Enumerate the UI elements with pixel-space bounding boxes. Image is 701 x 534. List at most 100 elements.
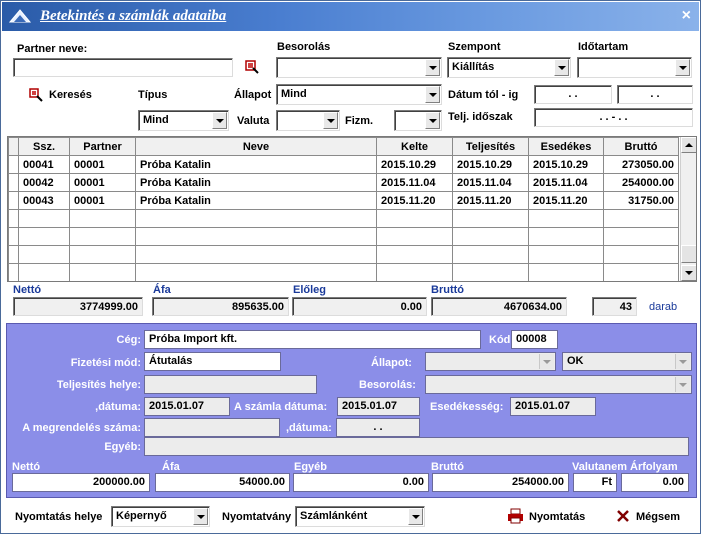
detail-egyeb-value: 0.00 — [293, 473, 429, 492]
szempont-select[interactable]: Kiállítás — [447, 57, 571, 78]
besorolas-detail-select — [425, 375, 692, 394]
cell-partner: 00001 — [69, 155, 136, 174]
col-esedekes[interactable]: Esedékes — [528, 137, 604, 156]
kereses-label: Keresés — [49, 89, 92, 101]
table-header-row: Ssz. Partner Neve Kelte Teljesítés Esedé… — [8, 137, 679, 156]
nyomtatvany-select[interactable]: Számlánként — [295, 506, 425, 527]
chevron-down-icon[interactable] — [212, 112, 227, 129]
szempont-label: Szempont — [448, 41, 501, 53]
idotartam-select[interactable] — [577, 57, 692, 78]
besorolas-detail-label: Besorolás: — [359, 379, 416, 391]
detail-netto-label: Nettó — [12, 461, 41, 473]
ceg-label: Cég: — [116, 334, 141, 346]
table-row[interactable]: 00042 00001 Próba Katalin 2015.11.04 201… — [8, 173, 679, 192]
col-partner[interactable]: Partner — [69, 137, 136, 156]
partner-label: Partner neve: — [17, 43, 88, 55]
col-teljesites[interactable]: Teljesítés — [452, 137, 529, 156]
col-brutto[interactable]: Bruttó — [603, 137, 679, 156]
record-count: 43 — [592, 297, 637, 316]
total-netto-label: Nettó — [13, 284, 42, 296]
total-brutto-value: 4670634.00 — [431, 297, 567, 316]
datum-from-input[interactable]: . . — [534, 85, 612, 104]
scroll-down-icon[interactable] — [681, 265, 696, 281]
datuma2-label: ,dátuma: — [286, 422, 332, 434]
detail-afa-label: Áfa — [162, 461, 180, 473]
search-icon — [29, 88, 43, 102]
chevron-down-icon — [675, 377, 690, 392]
total-afa-label: Áfa — [153, 284, 171, 296]
detail-brutto-label: Bruttó — [431, 461, 464, 473]
kod-field: 00008 — [511, 330, 558, 349]
allapot-select[interactable]: Mind — [276, 84, 442, 105]
allapot-detail-select1 — [425, 352, 556, 371]
szamla-datuma-field: 2015.01.07 — [337, 397, 420, 416]
cell-brutto: 254000.00 — [603, 173, 679, 192]
total-afa-value: 895635.00 — [152, 297, 289, 316]
row-indicator — [8, 173, 19, 192]
datum-to-input[interactable]: . . — [617, 85, 693, 104]
chevron-down-icon[interactable] — [193, 508, 208, 525]
cell-kelte: 2015.11.04 — [376, 173, 453, 192]
egyeb-field — [144, 437, 689, 456]
table-row[interactable]: 00043 00001 Próba Katalin 2015.11.20 201… — [8, 191, 679, 210]
col-neve[interactable]: Neve — [135, 137, 377, 156]
telj-period-input[interactable]: . . - . . — [534, 108, 693, 127]
total-eloleg-label: Előleg — [293, 284, 327, 296]
close-icon[interactable]: × — [682, 7, 691, 25]
detail-egyeb-label: Egyéb — [294, 461, 328, 473]
cancel-button-label: Mégsem — [636, 511, 681, 523]
tipus-select[interactable]: Mind — [138, 110, 229, 131]
cancel-x-icon — [617, 510, 629, 522]
chevron-down-icon[interactable] — [425, 86, 440, 103]
nyomtatas-helye-select[interactable]: Képernyő — [111, 506, 210, 527]
detail-afa-value: 54000.00 — [155, 473, 290, 492]
fizmod-label: Fizetési mód: — [70, 357, 141, 369]
chevron-down-icon[interactable] — [408, 508, 423, 525]
scroll-up-icon[interactable] — [681, 137, 696, 153]
chevron-down-icon[interactable] — [554, 59, 569, 76]
table-scrollbar[interactable] — [680, 137, 696, 281]
invoice-detail-panel: Cég: Próba Import kft. Kód: 00008 Fizeté… — [6, 323, 697, 498]
fizm-select[interactable] — [394, 110, 442, 131]
printer-icon — [508, 508, 523, 524]
partner-input[interactable] — [13, 58, 233, 77]
valuta-select[interactable] — [276, 110, 340, 131]
cell-kelte: 2015.11.20 — [376, 191, 453, 210]
chevron-down-icon[interactable] — [675, 59, 690, 76]
col-ssz[interactable]: Ssz. — [18, 137, 70, 156]
besorolas-select[interactable] — [276, 57, 442, 78]
col-kelte[interactable]: Kelte — [376, 137, 453, 156]
nyomtatas-helye-label: Nyomtatás helye — [15, 511, 103, 523]
cell-esedekes: 2015.11.20 — [528, 191, 604, 210]
ceg-field: Próba Import kft. — [144, 330, 481, 349]
empty-row — [8, 227, 679, 246]
megrendeles-field — [144, 418, 280, 437]
cell-esedekes: 2015.10.29 — [528, 155, 604, 174]
cancel-button[interactable]: Mégsem — [616, 508, 691, 526]
total-netto-value: 3774999.00 — [13, 297, 143, 316]
chevron-down-icon[interactable] — [425, 112, 440, 129]
window-title: Betekintés a számlák adataiba — [40, 8, 227, 24]
chevron-down-icon — [539, 354, 554, 369]
scroll-thumb[interactable] — [681, 245, 696, 263]
detail-brutto-value: 254000.00 — [432, 473, 569, 492]
valuta-label: Valuta — [237, 115, 270, 127]
invoice-view-window: Betekintés a számlák adataiba × Partner … — [0, 0, 701, 534]
datum-label: Dátum tól - ig — [448, 89, 519, 101]
allapot-label: Állapot — [234, 89, 272, 101]
cell-ssz: 00041 — [18, 155, 70, 174]
esedekesseg-field: 2015.01.07 — [510, 397, 596, 416]
title-bar: Betekintés a számlák adataiba × — [2, 2, 699, 31]
datuma2-field: . . — [336, 418, 420, 437]
row-indicator — [8, 191, 19, 210]
idotartam-label: Időtartam — [578, 41, 629, 53]
nyomtatvany-label: Nyomtatvány — [222, 511, 292, 523]
table-row[interactable]: 00041 00001 Próba Katalin 2015.10.29 201… — [8, 155, 679, 174]
search-partner-icon[interactable] — [244, 59, 260, 75]
cell-neve: Próba Katalin — [135, 191, 377, 210]
detail-netto-value: 200000.00 — [12, 473, 150, 492]
print-button[interactable]: Nyomtatás — [507, 508, 597, 526]
chevron-down-icon[interactable] — [323, 112, 338, 129]
chevron-down-icon[interactable] — [425, 59, 440, 76]
cell-neve: Próba Katalin — [135, 173, 377, 192]
